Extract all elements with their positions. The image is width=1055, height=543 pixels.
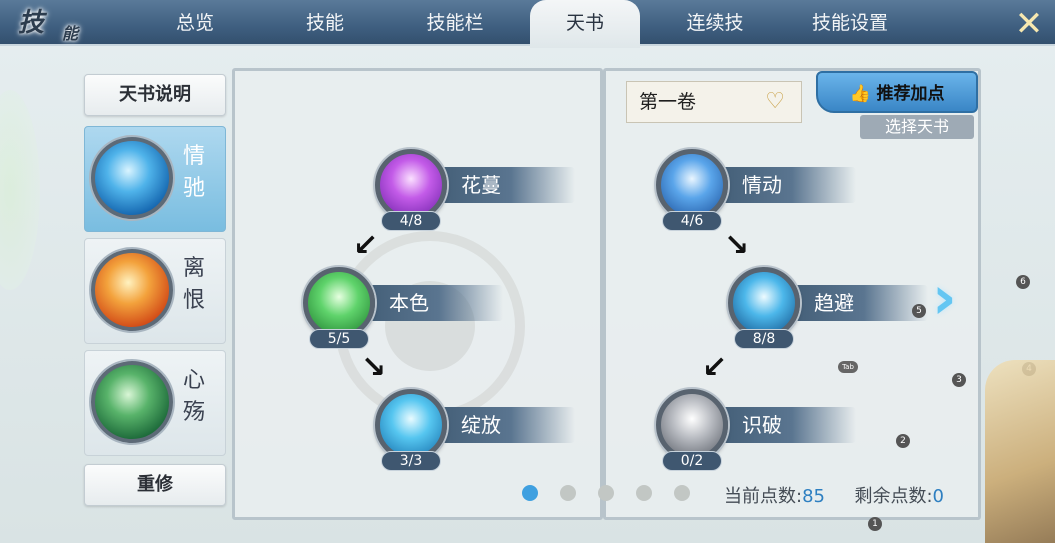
close-button[interactable]: ✕ — [1009, 4, 1049, 44]
skill-points: 4/6 — [662, 211, 722, 231]
book-name: 情驰 — [183, 144, 206, 201]
skill-points: 3/3 — [381, 451, 441, 471]
volume-select[interactable]: 第一卷 ♡ — [626, 81, 802, 123]
hotkey-badge: 2 — [896, 434, 910, 448]
page-dot[interactable] — [560, 485, 576, 501]
page-dot[interactable] — [636, 485, 652, 501]
tianshu-explain-button[interactable]: 天书说明 — [84, 74, 226, 116]
thumbs-up-icon: 👍 — [849, 84, 871, 104]
jade-spirit-icon — [91, 361, 173, 443]
flame-lotus-icon — [91, 249, 173, 331]
book-qingchi[interactable]: 情驰 — [84, 126, 226, 232]
decorative-scroll — [985, 360, 1055, 543]
tree-arrow: ↙ — [353, 228, 379, 263]
skill-points: 5/5 — [309, 329, 369, 349]
remaining-points: 0 — [932, 486, 944, 507]
close-icon: ✕ — [1014, 4, 1044, 44]
page-indicator — [522, 485, 712, 505]
skill-node-bense[interactable]: 本色 5/5 — [303, 267, 503, 349]
skill-node-shipo[interactable]: 识破 0/2 — [656, 389, 856, 471]
skill-tree-panel-right: 第一卷 ♡ 👍 推荐加点 选择天书 情动 4/6 ↘ 趋避 8/8 ↙ 识破 0… — [603, 68, 981, 520]
page-dot[interactable] — [674, 485, 690, 501]
page-dot[interactable] — [522, 485, 538, 501]
tab-skills[interactable]: 技能 — [270, 0, 380, 46]
skill-name: 识破 — [742, 413, 782, 437]
points-summary: 当前点数:85 剩余点数:0 — [724, 486, 944, 507]
skills-logo: 技 能 — [18, 8, 79, 43]
hotkey-badge: 3 — [952, 373, 966, 387]
hotkey-badge: 5 — [912, 304, 926, 318]
choose-tianshu-button[interactable]: 选择天书 — [860, 115, 974, 139]
skill-name: 情动 — [742, 173, 782, 197]
tab-key-badge: Tab — [838, 361, 858, 373]
skill-tree-panel-left: 花蔓 4/8 ↙ 本色 5/5 ↘ 绽放 3/3 — [232, 68, 603, 520]
tab-combo[interactable]: 连续技 — [660, 0, 770, 46]
book-xinshang[interactable]: 心殇 — [84, 350, 226, 456]
skill-name: 本色 — [389, 291, 429, 315]
skill-name: 趋避 — [814, 291, 854, 315]
relearn-button[interactable]: 重修 — [84, 464, 226, 506]
hotkey-badge: 1 — [868, 517, 882, 531]
book-name: 离恨 — [183, 256, 206, 313]
skill-points: 8/8 — [734, 329, 794, 349]
skill-node-qingdong[interactable]: 情动 4/6 — [656, 149, 856, 231]
skill-node-huaman[interactable]: 花蔓 4/8 — [375, 149, 575, 231]
tab-overview[interactable]: 总览 — [140, 0, 250, 46]
tree-arrow: ↘ — [361, 350, 387, 385]
skill-name: 绽放 — [461, 413, 501, 437]
tab-tianshu[interactable]: 天书 — [530, 0, 640, 48]
skill-points: 0/2 — [662, 451, 722, 471]
lotus-blue-icon — [91, 137, 173, 219]
hotkey-badge: 6 — [1016, 275, 1030, 289]
tree-arrow: ↘ — [724, 228, 750, 263]
book-name: 心殇 — [183, 368, 206, 425]
tree-arrow: ↙ — [702, 350, 728, 385]
next-page-arrow-icon[interactable]: › — [932, 268, 970, 328]
top-nav-bar: 技 能 总览 技能 技能栏 天书 连续技 技能设置 ✕ — [0, 0, 1055, 48]
lotus-dropdown-icon: ♡ — [765, 89, 785, 114]
skill-points: 4/8 — [381, 211, 441, 231]
book-lihen[interactable]: 离恨 — [84, 238, 226, 344]
tab-skill-bar[interactable]: 技能栏 — [400, 0, 510, 46]
skill-node-qubi[interactable]: 趋避 8/8 — [728, 267, 928, 349]
page-dot[interactable] — [598, 485, 614, 501]
recommend-points-button[interactable]: 👍 推荐加点 — [816, 71, 978, 113]
skill-name: 花蔓 — [461, 173, 501, 197]
tab-skill-settings[interactable]: 技能设置 — [790, 0, 910, 46]
skill-node-zhanfang[interactable]: 绽放 3/3 — [375, 389, 575, 471]
current-points: 85 — [802, 486, 825, 507]
decor-wisp-left — [0, 90, 40, 290]
